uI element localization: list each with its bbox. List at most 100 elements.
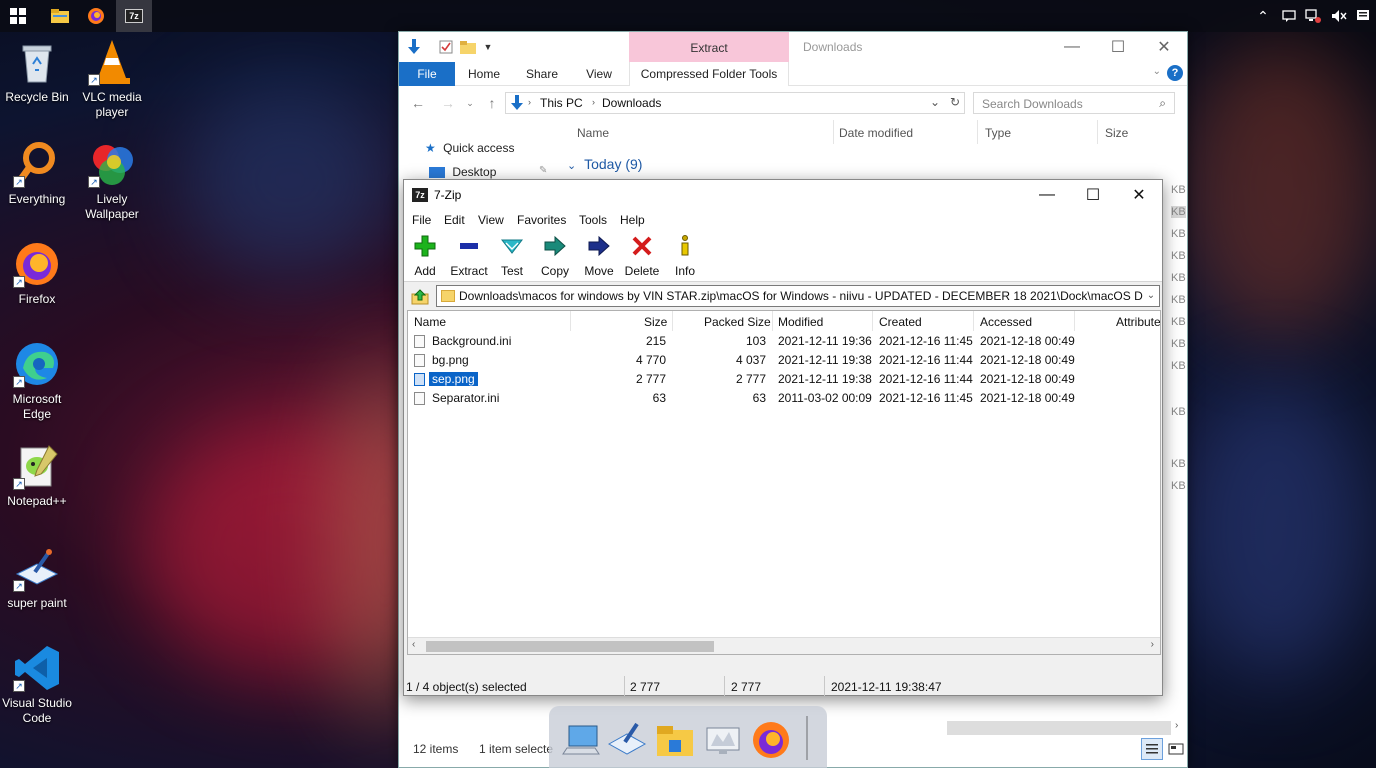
desktop-icon-vlc[interactable]: ↗ VLC media player xyxy=(75,38,149,120)
scroll-right-icon[interactable]: › xyxy=(1175,720,1178,731)
move-arrow-icon xyxy=(588,235,610,257)
column-packed-size[interactable]: Packed Size xyxy=(704,315,771,329)
address-dropdown-icon[interactable]: ⌄ xyxy=(930,95,940,109)
desktop-icon-firefox[interactable]: ↗ Firefox xyxy=(0,240,74,307)
scroll-right-icon[interactable]: › xyxy=(1151,639,1154,650)
desktop-icon-edge[interactable]: ↗ Microsoft Edge xyxy=(0,340,74,422)
nav-desktop[interactable]: Desktop ✎ xyxy=(429,165,547,179)
column-modified[interactable]: Modified xyxy=(778,315,823,329)
tray-notifications[interactable] xyxy=(1350,0,1376,32)
nav-quick-access[interactable]: ★ Quick access xyxy=(425,141,514,155)
menu-help[interactable]: Help xyxy=(620,213,645,227)
group-header-today[interactable]: ⌄ Today (9) xyxy=(567,156,642,172)
7zip-close-button[interactable]: ✕ xyxy=(1116,180,1162,210)
qa-properties-button[interactable] xyxy=(437,38,455,56)
desktop-icon-super-paint[interactable]: ↗ super paint xyxy=(0,544,74,611)
menu-tools[interactable]: Tools xyxy=(579,213,607,227)
column-name[interactable]: Name xyxy=(577,126,609,140)
7zip-horizontal-scrollbar[interactable]: ‹ › xyxy=(408,637,1160,654)
column-type[interactable]: Type xyxy=(985,126,1011,140)
explorer-close-button[interactable]: ✕ xyxy=(1141,32,1187,62)
qa-download-button[interactable] xyxy=(405,38,423,56)
dock-item-super-paint[interactable] xyxy=(605,718,649,762)
7zip-icon: 7z xyxy=(125,9,143,23)
back-button[interactable]: ← xyxy=(407,93,429,113)
info-button[interactable]: Info xyxy=(662,234,708,278)
refresh-icon[interactable]: ↻ xyxy=(950,95,960,109)
tab-file[interactable]: File xyxy=(399,62,455,86)
taskbar-7zip[interactable]: 7z xyxy=(116,0,152,32)
path-dropdown-icon[interactable]: ⌄ xyxy=(1143,286,1159,306)
pin-icon[interactable]: ✎ xyxy=(539,165,547,176)
up-button[interactable]: ↑ xyxy=(481,93,503,113)
tab-view[interactable]: View xyxy=(575,62,623,86)
tray-volume[interactable] xyxy=(1326,0,1352,32)
menu-file[interactable]: File xyxy=(412,213,431,227)
recent-locations-button[interactable]: ⌄ xyxy=(459,93,481,113)
qa-new-folder-button[interactable] xyxy=(459,38,477,56)
table-row[interactable]: Separator.ini 63 63 2011-03-02 00:09 202… xyxy=(408,389,1160,408)
explorer-maximize-button[interactable]: ☐ xyxy=(1095,32,1141,62)
desktop-icon-lively-wallpaper[interactable]: ↗ Lively Wallpaper xyxy=(75,140,149,222)
menu-favorites[interactable]: Favorites xyxy=(517,213,566,227)
scroll-left-icon[interactable]: ‹ xyxy=(412,639,415,650)
menu-view[interactable]: View xyxy=(478,213,504,227)
test-button[interactable]: Test xyxy=(489,234,535,278)
extract-button[interactable]: Extract xyxy=(446,234,492,278)
column-size[interactable]: Size xyxy=(644,315,667,329)
add-button[interactable]: Add xyxy=(402,234,448,278)
delete-button[interactable]: Delete xyxy=(619,234,665,278)
context-tab-extract[interactable]: Extract xyxy=(629,32,789,62)
move-button[interactable]: Move xyxy=(576,234,622,278)
explorer-horizontal-scrollbar[interactable] xyxy=(947,721,1171,735)
dock-item-firefox[interactable] xyxy=(749,718,793,762)
nav-quick-access-label: Quick access xyxy=(443,141,515,155)
column-created[interactable]: Created xyxy=(879,315,922,329)
help-button[interactable]: ? xyxy=(1167,65,1183,81)
desktop-icon-vscode[interactable]: ↗ Visual Studio Code xyxy=(0,644,74,726)
table-row-selected[interactable]: sep.png 2 777 2 777 2021-12-11 19:38 202… xyxy=(408,370,1160,389)
dock-item-file-explorer[interactable] xyxy=(653,718,697,762)
details-view-button[interactable] xyxy=(1141,738,1163,760)
column-accessed[interactable]: Accessed xyxy=(980,315,1032,329)
breadcrumb-this-pc[interactable]: This PC xyxy=(540,96,583,110)
7zip-path-input[interactable]: Downloads\macos for windows by VIN STAR.… xyxy=(436,285,1160,307)
copy-button[interactable]: Copy xyxy=(532,234,578,278)
scrollbar-thumb[interactable] xyxy=(426,641,714,652)
address-bar[interactable]: › This PC › Downloads ⌄ ↻ xyxy=(505,92,965,114)
ribbon-expand-button[interactable]: ⌄ xyxy=(1153,66,1161,77)
tray-network[interactable] xyxy=(1300,0,1326,32)
taskbar-file-explorer[interactable] xyxy=(42,0,78,32)
desktop-icon-recycle-bin[interactable]: Recycle Bin xyxy=(0,38,74,105)
column-name[interactable]: Name xyxy=(414,315,446,329)
qa-customize-button[interactable]: ▼ xyxy=(479,38,497,56)
search-box[interactable]: Search Downloads ⌕ xyxy=(973,92,1175,114)
column-size[interactable]: Size xyxy=(1105,126,1128,140)
dock-item-display-settings[interactable] xyxy=(701,718,745,762)
7zip-minimize-button[interactable]: — xyxy=(1024,180,1070,210)
tray-overflow[interactable]: ⌃ xyxy=(1250,0,1276,32)
table-row[interactable]: Background.ini 215 103 2021-12-11 19:36 … xyxy=(408,332,1160,351)
breadcrumb-downloads[interactable]: Downloads xyxy=(602,96,661,110)
desktop-icon-everything[interactable]: ↗ Everything xyxy=(0,140,74,207)
column-attributes[interactable]: Attributes xyxy=(1116,315,1160,329)
7zip-maximize-button[interactable]: ☐ xyxy=(1070,180,1116,210)
explorer-minimize-button[interactable]: — xyxy=(1049,32,1095,62)
large-icons-view-button[interactable] xyxy=(1165,738,1187,760)
start-button[interactable] xyxy=(0,0,36,32)
dock-item-this-pc[interactable] xyxy=(559,718,603,762)
desktop-icon-notepad-plus-plus[interactable]: ↗ Notepad++ xyxy=(0,442,74,509)
7zip-up-folder-button[interactable] xyxy=(408,287,432,307)
forward-button[interactable]: → xyxy=(437,93,459,113)
column-date-modified[interactable]: Date modified xyxy=(839,126,913,140)
table-row[interactable]: bg.png 4 770 4 037 2021-12-11 19:38 2021… xyxy=(408,351,1160,370)
menu-edit[interactable]: Edit xyxy=(444,213,465,227)
taskbar-firefox[interactable] xyxy=(78,0,114,32)
tab-compressed-folder-tools[interactable]: Compressed Folder Tools xyxy=(629,62,789,86)
7zip-file-list[interactable]: Name Size Packed Size Modified Created A… xyxy=(407,310,1161,655)
desktop-icon-label: Microsoft Edge xyxy=(12,392,62,421)
this-pc-icon xyxy=(562,725,600,755)
tab-share[interactable]: Share xyxy=(517,62,567,86)
tab-home[interactable]: Home xyxy=(459,62,509,86)
tray-chat[interactable] xyxy=(1276,0,1302,32)
